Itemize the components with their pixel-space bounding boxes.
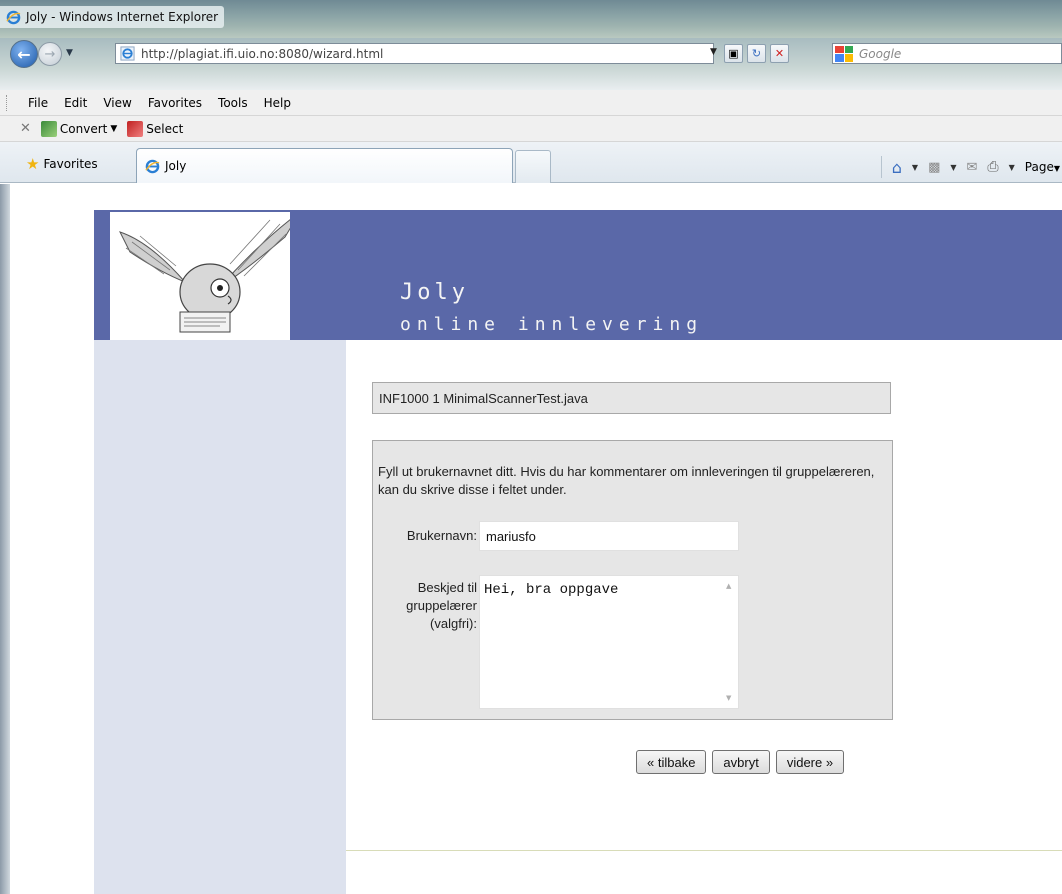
search-input[interactable]: Google — [832, 43, 1062, 64]
mail-icon[interactable]: ✉ — [967, 160, 978, 175]
convert-icon — [40, 120, 57, 137]
left-sidebar — [94, 340, 346, 894]
address-url: http://plagiat.ifi.uio.no:8080/wizard.ht… — [141, 46, 384, 61]
forward-button[interactable]: → — [38, 42, 62, 66]
convert-toolbar: ✕ Convert ▼ Select — [0, 116, 1062, 142]
pdf-select-icon — [127, 120, 144, 137]
window-title: Joly - Windows Internet Explorer — [26, 10, 219, 24]
submission-form: Fyll ut brukernavnet ditt. Hvis du har k… — [372, 440, 893, 720]
message-label-line-1: Beskjed til — [417, 580, 477, 595]
message-label-line-3: (valgfri): — [430, 616, 477, 631]
rss-feed-icon[interactable]: ▩ — [928, 160, 940, 175]
menu-file[interactable]: File — [20, 96, 56, 110]
favorites-label: Favorites — [43, 157, 98, 171]
site-header: Joly online innlevering — [94, 210, 1062, 340]
next-button[interactable]: videre » — [775, 750, 845, 774]
feed-dropdown-icon[interactable]: ▼ — [950, 163, 956, 172]
window-frame-left — [0, 184, 10, 894]
address-dropdown-icon[interactable]: ▼ — [710, 47, 717, 57]
new-tab-button[interactable] — [515, 150, 551, 183]
compatibility-view-icon[interactable]: ▣ — [724, 44, 743, 63]
home-dropdown-icon[interactable]: ▼ — [912, 163, 918, 172]
window-title-bar: Joly - Windows Internet Explorer — [0, 0, 1062, 38]
back-button[interactable]: ← — [10, 40, 38, 68]
home-icon[interactable]: ⌂ — [892, 158, 902, 177]
menu-view[interactable]: View — [95, 96, 139, 110]
select-button[interactable]: Select — [127, 120, 184, 137]
ie-logo-icon — [6, 10, 21, 25]
command-bar-separator — [880, 156, 882, 178]
message-label: Beskjed til gruppelærer (valgfri): — [383, 579, 477, 633]
menu-help[interactable]: Help — [256, 96, 299, 110]
page-menu-label: Page — [1024, 160, 1054, 174]
convert-button[interactable]: Convert ▼ — [40, 120, 118, 137]
page-viewport: Joly online innlevering INF1000 1 Minima… — [10, 184, 1062, 894]
stop-icon[interactable]: ✕ — [770, 44, 789, 63]
toolbar-grip — [6, 95, 23, 111]
convert-label: Convert — [59, 121, 108, 136]
file-info-text: INF1000 1 MinimalScannerTest.java — [379, 390, 588, 406]
arrow-left-icon: ← — [17, 44, 31, 64]
page-dropdown-icon: ▼ — [1053, 164, 1060, 173]
page-ie-icon — [120, 46, 135, 61]
menu-bar: File Edit View Favorites Tools Help — [0, 90, 1062, 116]
footer-divider — [346, 850, 1062, 851]
google-logo-icon — [835, 45, 853, 62]
tab-title: Joly — [165, 159, 187, 173]
file-info-box: INF1000 1 MinimalScannerTest.java — [372, 382, 891, 414]
menu-favorites[interactable]: Favorites — [140, 96, 210, 110]
convert-dropdown-icon: ▼ — [110, 123, 118, 134]
refresh-icon[interactable]: ↻ — [747, 44, 766, 63]
select-label: Select — [146, 121, 184, 136]
address-toolbar: ← → ▼ http://plagiat.ifi.uio.no:8080/wiz… — [0, 38, 1062, 68]
wizard-buttons: « tilbake avbryt videre » — [636, 750, 845, 774]
username-label: Brukernavn: — [406, 528, 477, 543]
username-field[interactable]: mariusfo — [479, 521, 739, 551]
message-label-line-2: gruppelærer — [406, 598, 477, 613]
favorites-button[interactable]: ★ Favorites — [26, 155, 98, 173]
menu-tools[interactable]: Tools — [210, 96, 256, 110]
recent-pages-dropdown-icon[interactable]: ▼ — [66, 48, 73, 58]
owl-logo-icon — [110, 212, 290, 340]
message-value: Hei, bra oppgave — [484, 582, 619, 598]
window-title-container: Joly - Windows Internet Explorer — [0, 6, 225, 28]
favorites-bar: ★ Favorites Joly ⌂ ▼ ▩ ▼ ✉ ⎙ ▼ Page▼ — [0, 142, 1062, 183]
tab-ie-icon — [145, 159, 160, 174]
print-icon[interactable]: ⎙ — [987, 159, 998, 175]
toolbar-separator — [0, 68, 1062, 90]
page-menu[interactable]: Page▼ — [1025, 160, 1060, 174]
app-title: Joly — [400, 280, 469, 305]
tab-joly[interactable]: Joly — [136, 148, 513, 183]
back-wizard-button[interactable]: « tilbake — [636, 750, 707, 774]
star-icon: ★ — [26, 155, 40, 173]
menu-edit[interactable]: Edit — [56, 96, 95, 110]
scroll-down-icon[interactable]: ▼ — [726, 694, 731, 702]
print-dropdown-icon[interactable]: ▼ — [1009, 163, 1015, 172]
username-value: mariusfo — [486, 528, 536, 544]
address-input[interactable]: http://plagiat.ifi.uio.no:8080/wizard.ht… — [115, 43, 714, 64]
textarea-scrollbar[interactable]: ▲ ▼ — [721, 576, 738, 708]
close-toolbar-icon[interactable]: ✕ — [20, 121, 31, 136]
form-instructions: Fyll ut brukernavnet ditt. Hvis du har k… — [378, 464, 875, 497]
arrow-right-icon: → — [44, 46, 56, 62]
search-placeholder: Google — [859, 46, 902, 61]
command-bar: ⌂ ▼ ▩ ▼ ✉ ⎙ ▼ Page▼ — [880, 156, 1062, 178]
app-subtitle: online innlevering — [400, 314, 704, 335]
cancel-button[interactable]: avbryt — [712, 750, 770, 774]
message-textarea[interactable]: Hei, bra oppgave ▲ ▼ — [479, 575, 739, 709]
scroll-up-icon[interactable]: ▲ — [726, 582, 731, 590]
